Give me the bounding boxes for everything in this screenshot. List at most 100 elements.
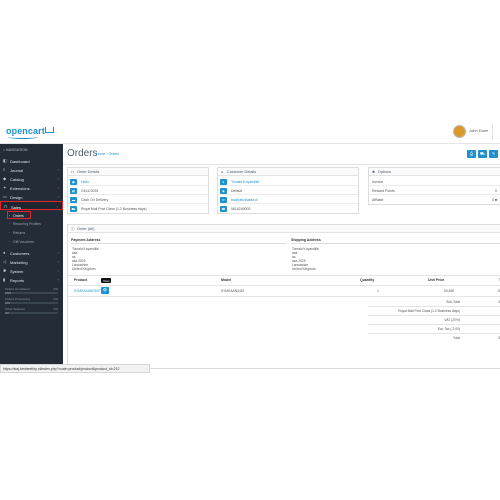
payment-method-row: ▬ Cash On Delivery — [68, 195, 208, 204]
option-label: Affiliate — [372, 197, 384, 202]
sidebar-item-reports[interactable]: ▮ Reports › — [0, 275, 63, 284]
edit-button[interactable]: ✎ — [489, 150, 498, 158]
order-panel: ⓘ Order (#6) Payment Address Shipping Ad… — [67, 224, 500, 369]
sidebar-item-journal[interactable]: ≡ Journal › — [0, 165, 63, 174]
option-invoice-row: Invoice — [369, 177, 500, 186]
sidebar-subitem-recurring-profiles[interactable]: - Recurring Profiles — [0, 220, 63, 227]
nav-title-text: NAVIGATION — [6, 148, 28, 152]
user-name[interactable]: John Doe — [469, 128, 486, 133]
table-rule — [368, 333, 500, 334]
dash-icon: - — [9, 213, 11, 217]
panel-title: Options — [378, 170, 392, 174]
sidebar-item-label: Customers — [10, 250, 30, 256]
sidebar-item-extensions[interactable]: ✦ Extensions › — [0, 183, 63, 192]
avatar[interactable] — [453, 125, 466, 138]
shipping-address-heading: Shipping Address — [291, 236, 500, 244]
share-icon: ◁ — [3, 259, 7, 264]
sidebar-item-label: Dashboard — [10, 158, 30, 164]
view-product-button[interactable]: 👁 — [101, 287, 109, 294]
title-divider — [63, 164, 500, 165]
breadcrumb-current[interactable]: Orders — [108, 152, 119, 156]
logo-swoosh-icon — [8, 135, 38, 139]
group-icon: ◉ — [220, 187, 227, 194]
progress-percent: 0% — [53, 307, 58, 311]
shipping-address-line: United Kingdom — [292, 267, 316, 271]
eco-tax-label: Eco Tax (-2.00) — [437, 327, 460, 331]
table-rule — [368, 315, 500, 316]
progress-orders-completed: Orders Completed 0% — [5, 287, 58, 296]
table-rule — [368, 324, 500, 325]
sidebar-subitem-orders[interactable]: - Orders — [7, 211, 31, 219]
customer-name-link[interactable]: Tomald Koyandillé — [231, 180, 259, 184]
pencil-icon: ✎ — [491, 151, 496, 156]
desktop-icon: ▭ — [3, 194, 7, 199]
product-unit-price: 50,52€ — [444, 289, 455, 293]
store-icon: ▣ — [70, 178, 77, 185]
cart-icon: ⊓ — [71, 170, 74, 174]
customer-group-row: ◉ Default — [218, 186, 358, 195]
sidebar-item-design[interactable]: ▭ Design › — [0, 192, 63, 201]
sidebar-item-catalog[interactable]: ◆ Catalog › — [0, 174, 63, 183]
chevron-right-icon: › — [57, 167, 59, 172]
order-date-row: ▦ 24/11/2025 — [68, 186, 208, 195]
progress-fill — [5, 301, 11, 304]
sidebar-subitem-label: Gift Vouchers — [13, 239, 35, 244]
user-icon: ● — [221, 170, 224, 174]
status-url-bar: https://staj.bimbeethty.nl/index.php?rou… — [0, 364, 150, 373]
print-invoice-button[interactable]: ⎙ — [467, 150, 476, 158]
sidebar-subitem-label: Recurring Profiles — [13, 221, 41, 226]
sidebar-subitem-returns[interactable]: - Returns — [0, 229, 63, 236]
table-rule — [68, 285, 500, 286]
order-date: 24/11/2025 — [81, 188, 99, 193]
sidebar-item-label: Design — [10, 194, 23, 200]
table-rule — [368, 306, 500, 307]
panel-heading: ⊓ Order Details — [68, 168, 208, 176]
payment-method: Cash On Delivery — [81, 197, 109, 202]
page-title: Orders — [67, 148, 98, 159]
sidebar-item-sales[interactable]: ⊓ Sales › — [0, 201, 63, 210]
sidebar-subitem-gift-vouchers[interactable]: - Gift Vouchers — [0, 238, 63, 245]
screenshot-canvas: opencart John Doe ▾ ≡ NAVIGATION ◧ Dashb… — [0, 0, 500, 500]
cart-icon: ⊓ — [4, 204, 8, 209]
progress-orders-processing: Orders Processing 0% — [5, 297, 58, 306]
shipping-method: Royal Mail First Class (1.2 Business day… — [81, 206, 147, 211]
print-icon: ⎙ — [469, 151, 474, 156]
sidebar-subitem-label: Orders — [13, 213, 24, 218]
customer-email-link[interactable]: tsa@abcblabla.nl — [231, 198, 258, 202]
customer-group: Default — [231, 188, 243, 193]
sidebar-item-marketing[interactable]: ◁ Marketing › — [0, 257, 63, 266]
dash-icon: - — [9, 230, 11, 234]
sidebar-item-system[interactable]: ✱ System › — [0, 266, 63, 275]
order-store-row: ▣ Hello — [68, 177, 208, 186]
shipping-total-label: Royal Mail First Class (1.2 Business day… — [398, 309, 460, 313]
options-panel: ✱ Options Invoice Reward Points 0 Affili… — [368, 167, 500, 205]
chevron-down-icon[interactable]: ▾ — [486, 128, 488, 133]
info-circle-icon: ⓘ — [71, 227, 75, 231]
shipping-method-row: ⛟ Royal Mail First Class (1.2 Business d… — [68, 204, 208, 213]
admin-window: opencart John Doe ▾ ≡ NAVIGATION ◧ Dashb… — [0, 120, 500, 373]
progress-fill — [5, 291, 12, 294]
customer-details-panel: ● Customer Details ● Tomald Koyandillé ◉… — [217, 167, 359, 214]
option-reward-row: Reward Points 0 — [369, 186, 500, 195]
sidebar-item-dashboard[interactable]: ◧ Dashboard — [0, 156, 63, 165]
option-label: Invoice — [372, 179, 384, 184]
option-label: Reward Points — [372, 188, 395, 193]
phone-icon: ☎ — [220, 205, 227, 212]
option-affiliate-row: Affiliate 0 ■ — [369, 195, 500, 204]
breadcrumb-home[interactable]: Home — [96, 152, 105, 156]
panel-title: Order Details — [77, 170, 100, 174]
progress-track — [5, 311, 58, 314]
sidebar-item-label: Journal — [10, 167, 24, 173]
subtotal-label: Sub-Total — [446, 300, 460, 304]
chevron-right-icon: › — [57, 194, 59, 199]
truck-icon: ⛟ — [479, 151, 486, 156]
panel-title: Order (#6) — [77, 227, 95, 231]
dash-icon: - — [9, 221, 11, 225]
print-shipping-button[interactable]: ⛟ — [478, 150, 487, 158]
progress-fill — [5, 311, 10, 314]
product-link[interactable]: SYMKAAANO5XT — [74, 289, 101, 293]
store-link[interactable]: Hello — [81, 180, 89, 184]
main-content: Orders Home › Orders ⎙ ⛟ ✎ ⊓ Order Detai… — [63, 144, 500, 373]
sidebar-item-customers[interactable]: ● Customers › — [0, 248, 63, 257]
dashboard-icon: ◧ — [3, 158, 7, 163]
